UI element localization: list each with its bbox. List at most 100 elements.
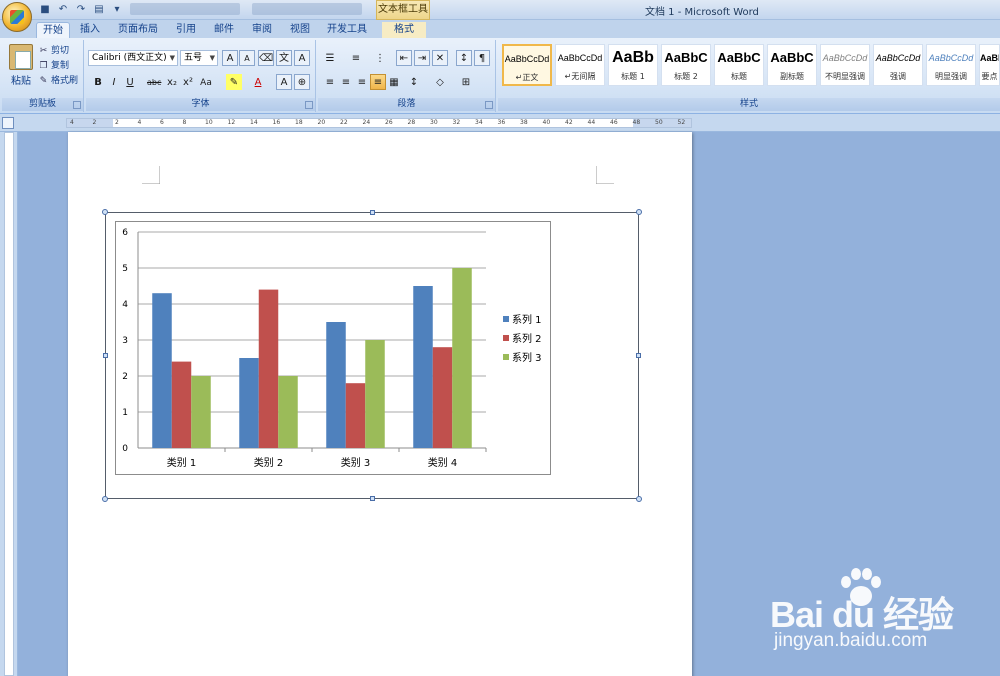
shading-icon[interactable]: ◇	[432, 74, 448, 90]
ruler-number: 46	[610, 119, 618, 126]
justify-icon[interactable]: ≡	[370, 74, 386, 90]
office-button[interactable]	[2, 2, 32, 32]
undo-icon[interactable]: ↶	[56, 3, 70, 17]
sort-icon[interactable]: ↕	[456, 50, 472, 66]
vertical-ruler[interactable]	[0, 132, 18, 676]
multilevel-list-icon[interactable]: ⋮	[372, 50, 388, 66]
office-logo-icon	[10, 10, 24, 24]
chart[interactable]: 0 1 2 3 4 5 6 类别 1 类别 2 类别 3 类别 4 系列 1 系列 2 系列 3	[115, 221, 551, 475]
decrease-indent-icon[interactable]: ⇤	[396, 50, 412, 66]
horizontal-ruler[interactable]: 4 2 2 4 6 8 10 12 14 16 18 20 22 24 26 28 30 32 34 36 38 40 42…	[0, 114, 1000, 132]
tab-home[interactable]: 开始	[36, 22, 70, 38]
bullets-icon[interactable]: ☰	[322, 50, 338, 66]
paragraph-group-label: 段落	[318, 98, 495, 111]
ruler-number: 50	[655, 119, 663, 126]
align-right-icon[interactable]: ≡	[354, 74, 370, 90]
style-normal[interactable]: AaBbCcDd ↵正文	[502, 44, 552, 86]
quick-access-toolbar: ■ ↶ ↷ ▤ ▾	[38, 3, 124, 17]
font-launcher-icon[interactable]	[305, 101, 313, 109]
tab-view[interactable]: 视图	[284, 22, 316, 38]
font-size-combo[interactable]: 五号 ▼	[180, 50, 218, 66]
copy-button[interactable]: ❐ 复制	[38, 59, 69, 73]
cut-button[interactable]: ✂ 剪切	[38, 44, 69, 58]
style-strong[interactable]: AaBbCcDd要点	[979, 44, 1000, 86]
char-border-icon[interactable]: A	[294, 50, 310, 66]
resize-handle-top-left[interactable]	[102, 209, 108, 215]
tab-mailings[interactable]: 邮件	[208, 22, 240, 38]
text-box[interactable]: 0 1 2 3 4 5 6 类别 1 类别 2 类别 3 类别 4 系列 1 系列 2 系列 3	[102, 209, 642, 502]
chinese-layout-icon[interactable]: ✕	[432, 50, 448, 66]
resize-handle-right[interactable]	[636, 353, 641, 358]
tab-references[interactable]: 引用	[170, 22, 202, 38]
borders-icon[interactable]: ⊞	[458, 74, 474, 90]
highlight-icon[interactable]: ✎	[226, 74, 242, 90]
tab-selector-icon[interactable]	[2, 117, 14, 129]
customize-qat-icon[interactable]: ▾	[110, 3, 124, 17]
style-intense-emphasis[interactable]: AaBbCcDd 明显强调	[926, 44, 976, 86]
change-case-button[interactable]: Aa	[198, 74, 214, 90]
strikethrough-button[interactable]: abc	[146, 74, 162, 90]
style-heading-2[interactable]: AaBbC 标题 2	[661, 44, 711, 86]
bold-button[interactable]: B	[90, 74, 106, 90]
align-left-icon[interactable]: ≡	[322, 74, 338, 90]
resize-handle-bottom-right[interactable]	[636, 496, 642, 502]
char-shading-icon[interactable]: A	[276, 74, 292, 90]
font-color-button[interactable]: A	[250, 74, 266, 90]
print-preview-icon[interactable]: ▤	[92, 3, 106, 17]
underline-button[interactable]: U	[122, 74, 138, 90]
italic-button[interactable]: I	[106, 74, 122, 90]
superscript-button[interactable]: x²	[180, 74, 196, 90]
document-page[interactable]: 0 1 2 3 4 5 6 类别 1 类别 2 类别 3 类别 4 系列 1 系列 2 系列 3	[68, 132, 692, 676]
y-tick-label: 3	[122, 336, 128, 346]
increase-indent-icon[interactable]: ⇥	[414, 50, 430, 66]
resize-handle-top-right[interactable]	[636, 209, 642, 215]
clear-format-icon[interactable]: ⌫	[258, 50, 274, 66]
numbering-icon[interactable]: ≡	[348, 50, 364, 66]
paragraph-launcher-icon[interactable]	[485, 101, 493, 109]
ruler-number: 18	[295, 119, 303, 126]
phonetic-guide-icon[interactable]: 文	[276, 50, 292, 66]
style-heading-1[interactable]: AaBb 标题 1	[608, 44, 658, 86]
font-name-combo[interactable]: Calibri (西文正文) ▼	[88, 50, 178, 66]
tab-developer[interactable]: 开发工具	[322, 22, 372, 38]
show-marks-icon[interactable]: ¶	[474, 50, 490, 66]
style-subtle-emphasis[interactable]: AaBbCcDd 不明显强调	[820, 44, 870, 86]
bar	[152, 293, 172, 448]
ruler-number: 24	[362, 119, 371, 126]
tab-review[interactable]: 审阅	[246, 22, 278, 38]
subscript-button[interactable]: x₂	[164, 74, 180, 90]
tab-format[interactable]: 格式	[382, 22, 426, 38]
window-title: 文档 1 - Microsoft Word	[645, 7, 759, 18]
bar	[432, 347, 453, 448]
bar	[171, 361, 192, 448]
resize-handle-bottom-left[interactable]	[102, 496, 108, 502]
clipboard-launcher-icon[interactable]	[73, 101, 81, 109]
redo-icon[interactable]: ↷	[74, 3, 88, 17]
style-emphasis[interactable]: AaBbCcDd 强调	[873, 44, 923, 86]
resize-handle-top[interactable]	[370, 210, 375, 215]
resize-handle-left[interactable]	[103, 353, 108, 358]
enclosed-char-icon[interactable]: ⊕	[294, 74, 310, 90]
ruler-number: 8	[182, 119, 187, 126]
copy-icon: ❐	[39, 61, 48, 71]
align-center-icon[interactable]: ≡	[338, 74, 354, 90]
tab-insert[interactable]: 插入	[74, 22, 106, 38]
style-no-spacing[interactable]: AaBbCcDd ↵无间隔	[555, 44, 605, 86]
style-subtitle[interactable]: AaBbC 副标题	[767, 44, 817, 86]
shrink-font-button[interactable]: A	[239, 50, 255, 66]
ruler-number: 14	[250, 119, 258, 126]
distributed-icon[interactable]: ▦	[386, 74, 402, 90]
font-group: Calibri (西文正文) ▼ 五号 ▼ A A ⌫ 文 A B I U abc …	[86, 40, 316, 112]
save-icon[interactable]: ■	[38, 3, 52, 17]
paste-button[interactable]: 粘贴	[6, 44, 36, 87]
tab-page-layout[interactable]: 页面布局	[112, 22, 164, 38]
y-tick-label: 4	[122, 300, 128, 310]
resize-handle-bottom[interactable]	[370, 496, 375, 501]
bar	[239, 358, 259, 448]
line-spacing-icon[interactable]: ↕	[406, 74, 422, 90]
x-tick-label: 类别 3	[341, 456, 371, 469]
grow-font-button[interactable]: A	[222, 50, 238, 66]
style-title[interactable]: AaBbC 标题	[714, 44, 764, 86]
chart-svg[interactable]: 0 1 2 3 4 5 6 类别 1 类别 2 类别 3 类别 4 系列 1 系列 2 系列 3	[116, 222, 550, 474]
format-painter-button[interactable]: ✎ 格式刷	[38, 74, 78, 88]
